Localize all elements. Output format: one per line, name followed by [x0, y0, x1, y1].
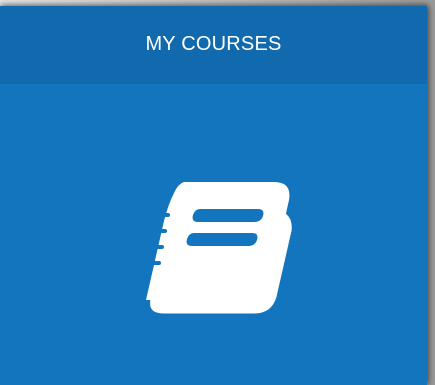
tile-title: MY COURSES [145, 33, 282, 55]
screen-background: MY COURSES [0, 0, 435, 385]
tile-body [0, 84, 427, 385]
tile-header: MY COURSES [0, 6, 427, 84]
book-icon [146, 182, 295, 317]
my-courses-tile[interactable]: MY COURSES [0, 6, 427, 385]
